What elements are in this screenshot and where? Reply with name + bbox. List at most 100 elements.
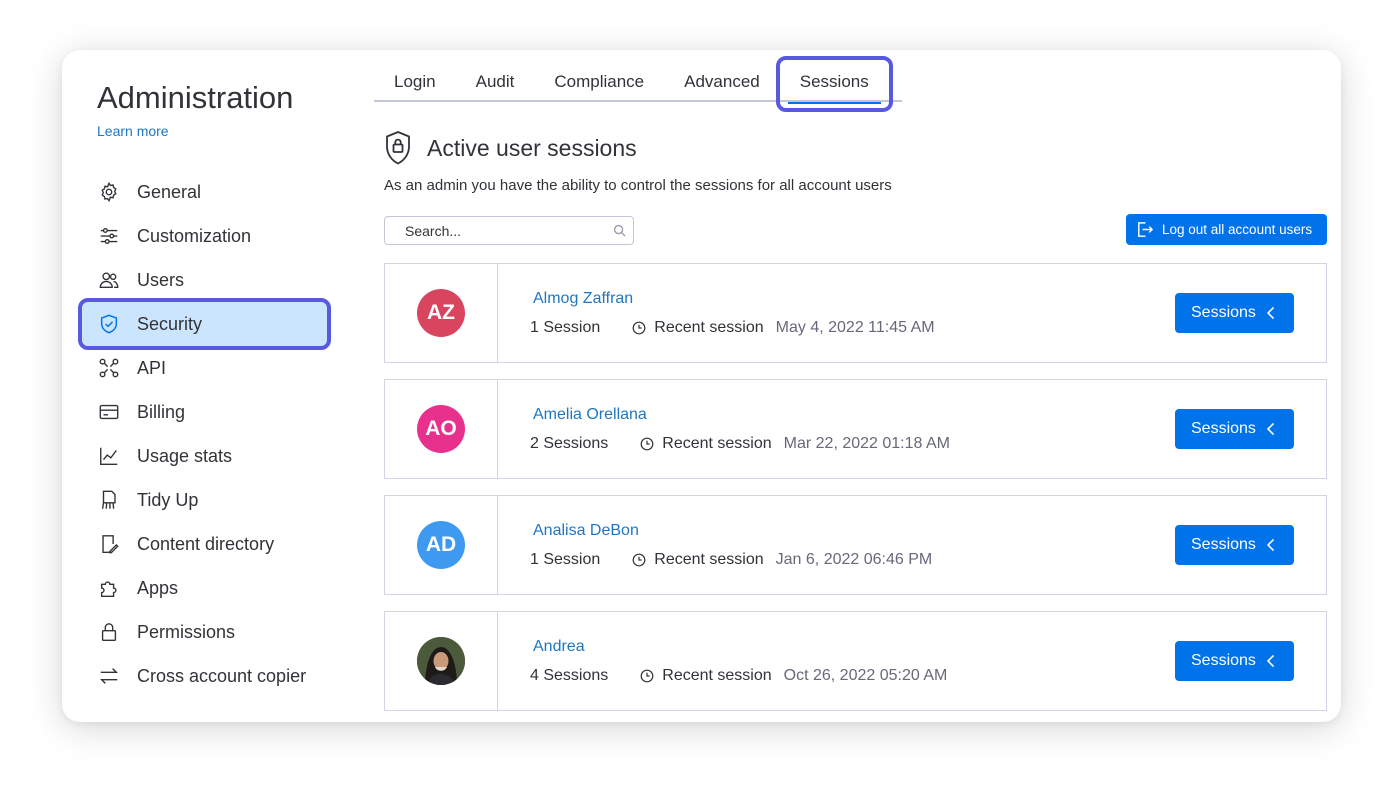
section-header: Active user sessions bbox=[384, 130, 637, 166]
sessions-button-label: Sessions bbox=[1191, 652, 1256, 669]
avatar bbox=[417, 637, 465, 685]
sessions-button-label: Sessions bbox=[1191, 536, 1256, 553]
sidebar-item-label: Customization bbox=[137, 225, 252, 246]
recent-session-label: Recent session bbox=[662, 435, 772, 452]
session-meta: 1 Session Recent session May 4, 2022 11:… bbox=[530, 319, 935, 337]
user-session-row: AD Analisa DeBon 1 Session Recent sessio… bbox=[384, 495, 1327, 595]
sidebar-nav: General Customization Users Security API… bbox=[78, 170, 331, 698]
admin-window: Administration Learn more General Custom… bbox=[62, 50, 1341, 722]
avatar: AZ bbox=[417, 289, 465, 337]
avatar-cell: AO bbox=[385, 380, 498, 478]
chevron-left-icon bbox=[1266, 538, 1275, 552]
search-box bbox=[384, 216, 634, 245]
section-title: Active user sessions bbox=[427, 134, 637, 161]
sidebar-item-cross-account-copier[interactable]: Cross account copier bbox=[82, 654, 327, 698]
clock-icon bbox=[640, 669, 654, 683]
tab-audit[interactable]: Audit bbox=[456, 62, 535, 102]
tab-compliance[interactable]: Compliance bbox=[534, 62, 664, 102]
sessions-button[interactable]: Sessions bbox=[1175, 293, 1294, 333]
sidebar-item-security[interactable]: Security bbox=[78, 298, 331, 350]
settings-tabs: Login Audit Compliance Advanced Sessions bbox=[374, 56, 902, 112]
sidebar-item-users[interactable]: Users bbox=[82, 258, 327, 302]
sidebar-item-billing[interactable]: Billing bbox=[82, 390, 327, 434]
sidebar-item-label: Usage stats bbox=[137, 445, 233, 466]
tab-advanced[interactable]: Advanced bbox=[664, 62, 780, 102]
user-session-row: Andrea 4 Sessions Recent session Oct 26,… bbox=[384, 611, 1327, 711]
clock-icon bbox=[632, 321, 646, 335]
lock-icon bbox=[98, 621, 120, 643]
sidebar-item-tidy-up[interactable]: Tidy Up bbox=[82, 478, 327, 522]
sessions-button[interactable]: Sessions bbox=[1175, 641, 1294, 681]
user-name-link[interactable]: Analisa DeBon bbox=[533, 522, 639, 540]
sidebar-item-label: Cross account copier bbox=[137, 665, 307, 686]
sidebar: Administration Learn more General Custom… bbox=[62, 50, 352, 722]
user-session-row: AZ Almog Zaffran 1 Session Recent sessio… bbox=[384, 263, 1327, 363]
chevron-left-icon bbox=[1266, 654, 1275, 668]
logout-all-users-button[interactable]: Log out all account users bbox=[1126, 214, 1327, 245]
sessions-button[interactable]: Sessions bbox=[1175, 525, 1294, 565]
sidebar-item-label: Permissions bbox=[137, 621, 236, 642]
chevron-left-icon bbox=[1266, 422, 1275, 436]
sessions-button-label: Sessions bbox=[1191, 420, 1256, 437]
session-meta: 4 Sessions Recent session Oct 26, 2022 0… bbox=[530, 667, 947, 685]
clock-icon bbox=[640, 437, 654, 451]
sidebar-item-label: Content directory bbox=[137, 533, 275, 554]
puzzle-icon bbox=[98, 577, 120, 599]
sidebar-item-label: Users bbox=[137, 269, 185, 290]
user-name-link[interactable]: Amelia Orellana bbox=[533, 406, 647, 424]
search-icon[interactable] bbox=[613, 224, 626, 237]
avatar: AD bbox=[417, 521, 465, 569]
sidebar-item-general[interactable]: General bbox=[82, 170, 327, 214]
sidebar-item-label: Apps bbox=[137, 577, 179, 598]
section-subtitle: As an admin you have the ability to cont… bbox=[384, 177, 892, 194]
search-input[interactable] bbox=[405, 222, 620, 239]
avatar-cell: AD bbox=[385, 496, 498, 594]
clock-icon bbox=[632, 553, 646, 567]
sidebar-item-api[interactable]: API bbox=[82, 346, 327, 390]
recent-session-date: Mar 22, 2022 01:18 AM bbox=[783, 435, 950, 452]
sidebar-item-label: Billing bbox=[137, 401, 186, 422]
tab-sessions[interactable]: Sessions bbox=[775, 56, 893, 112]
tab-login[interactable]: Login bbox=[374, 62, 456, 102]
recent-session-label: Recent session bbox=[654, 551, 764, 568]
recent-session-date: Oct 26, 2022 05:20 AM bbox=[783, 667, 948, 684]
sliders-icon bbox=[98, 225, 120, 247]
sidebar-item-label: General bbox=[137, 181, 202, 202]
user-sessions-list: AZ Almog Zaffran 1 Session Recent sessio… bbox=[384, 263, 1327, 722]
session-meta: 2 Sessions Recent session Mar 22, 2022 0… bbox=[530, 435, 950, 453]
tidy-up-icon bbox=[98, 489, 120, 511]
logout-icon bbox=[1138, 222, 1154, 237]
sessions-button-label: Sessions bbox=[1191, 304, 1256, 321]
sidebar-item-usage-stats[interactable]: Usage stats bbox=[82, 434, 327, 478]
logout-all-label: Log out all account users bbox=[1162, 222, 1313, 237]
chevron-left-icon bbox=[1266, 306, 1275, 320]
gear-icon bbox=[98, 181, 120, 203]
sidebar-item-customization[interactable]: Customization bbox=[82, 214, 327, 258]
sidebar-item-permissions[interactable]: Permissions bbox=[82, 610, 327, 654]
user-name-link[interactable]: Almog Zaffran bbox=[533, 290, 633, 308]
api-icon bbox=[98, 357, 120, 379]
session-count: 1 Session bbox=[530, 551, 601, 568]
avatar-cell: AZ bbox=[385, 264, 498, 362]
recent-session-label: Recent session bbox=[662, 667, 772, 684]
chart-icon bbox=[98, 445, 120, 467]
user-name-link[interactable]: Andrea bbox=[533, 638, 585, 656]
sidebar-item-content-directory[interactable]: Content directory bbox=[82, 522, 327, 566]
recent-session-date: May 4, 2022 11:45 AM bbox=[775, 319, 935, 336]
sessions-button[interactable]: Sessions bbox=[1175, 409, 1294, 449]
recent-session-label: Recent session bbox=[654, 319, 764, 336]
avatar: AO bbox=[417, 405, 465, 453]
page-title: Administration bbox=[97, 80, 294, 115]
sidebar-item-apps[interactable]: Apps bbox=[82, 566, 327, 610]
users-icon bbox=[98, 269, 120, 291]
session-count: 2 Sessions bbox=[530, 435, 609, 452]
sidebar-item-label: Security bbox=[137, 313, 203, 334]
shield-icon bbox=[98, 313, 120, 335]
session-meta: 1 Session Recent session Jan 6, 2022 06:… bbox=[530, 551, 932, 569]
learn-more-link[interactable]: Learn more bbox=[97, 123, 169, 139]
user-session-row: AO Amelia Orellana 2 Sessions Recent ses… bbox=[384, 379, 1327, 479]
avatar-cell bbox=[385, 612, 498, 710]
content-directory-icon bbox=[98, 533, 120, 555]
session-count: 4 Sessions bbox=[530, 667, 609, 684]
credit-card-icon bbox=[98, 401, 120, 423]
